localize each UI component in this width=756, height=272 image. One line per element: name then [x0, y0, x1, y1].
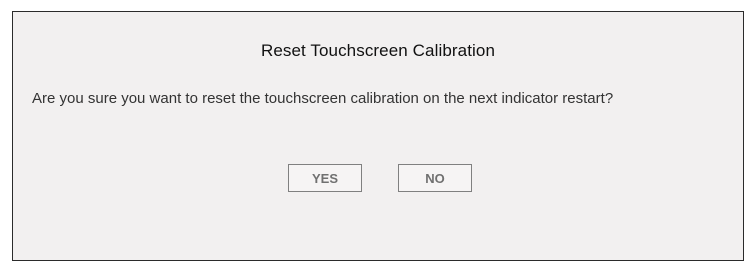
- reset-calibration-dialog: Reset Touchscreen Calibration Are you su…: [12, 11, 744, 261]
- dialog-title: Reset Touchscreen Calibration: [260, 41, 496, 60]
- yes-button[interactable]: YES: [288, 164, 362, 192]
- dialog-message: Are you sure you want to reset the touch…: [32, 90, 614, 107]
- no-button[interactable]: NO: [398, 164, 472, 192]
